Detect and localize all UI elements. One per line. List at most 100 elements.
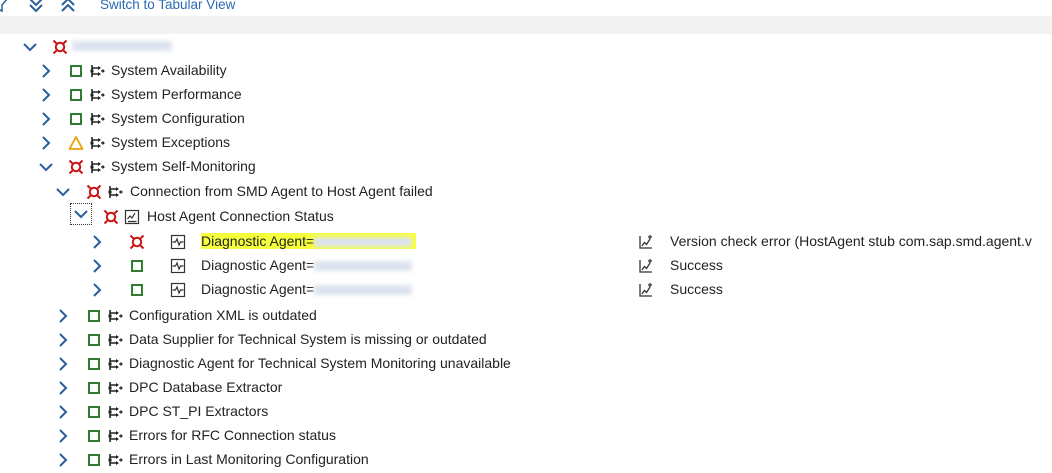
chevron-right-icon[interactable] [55, 308, 71, 324]
toolbar: Switch to Tabular View [0, 0, 1052, 16]
tree-node-icon [107, 356, 123, 372]
alert-label: Errors in Last Monitoring Configuration [129, 451, 369, 467]
tree-node-icon [107, 184, 123, 200]
alert-label: Data Supplier for Technical System is mi… [129, 331, 487, 347]
tree-root-system[interactable] [0, 35, 1052, 59]
redacted-system-name [72, 41, 172, 51]
warning-status-icon [68, 135, 84, 151]
alert-status-icon [68, 159, 84, 175]
tree-alert[interactable]: Diagnostic Agent for Technical System Mo… [0, 352, 1052, 376]
tree-category[interactable]: System Configuration [0, 107, 1052, 131]
ok-status-icon [86, 380, 102, 396]
redacted-value [314, 237, 413, 248]
tree-metric[interactable]: Host Agent Connection Status [0, 203, 1052, 229]
tree-category[interactable]: System Availability [0, 59, 1052, 83]
category-label-text: System Exceptions [111, 134, 231, 150]
tree-instance[interactable]: Diagnostic Agent= Success [0, 278, 1052, 302]
tree-node-icon [89, 87, 105, 103]
chevron-right-icon[interactable] [89, 282, 105, 298]
tree-category[interactable]: System Self-Monitoring [0, 155, 1052, 179]
alert-label: DPC Database Extractor [129, 379, 282, 395]
tree-alert[interactable]: Data Supplier for Technical System is mi… [0, 328, 1052, 352]
tree-alert[interactable]: DPC ST_PI Extractors [0, 400, 1052, 424]
tree-node-icon [89, 135, 105, 151]
metric-history-icon[interactable] [638, 258, 654, 274]
chevron-right-icon[interactable] [55, 452, 71, 468]
chevron-right-icon[interactable] [89, 258, 105, 274]
tree-node-icon [107, 332, 123, 348]
tree-alert[interactable]: DPC Database Extractor [0, 376, 1052, 400]
chevron-right-icon[interactable] [38, 63, 54, 79]
switch-to-tabular-view-link[interactable]: Switch to Tabular View [100, 0, 235, 12]
chevron-right-icon[interactable] [38, 135, 54, 151]
metric-label-text: Host Agent Connection Status [147, 208, 334, 224]
tree-alert[interactable]: Configuration XML is outdated [0, 304, 1052, 328]
chevron-down-icon[interactable] [70, 203, 92, 225]
chevron-right-icon[interactable] [55, 428, 71, 444]
chevron-right-icon[interactable] [55, 332, 71, 348]
chevron-right-icon[interactable] [55, 380, 71, 396]
redacted-value [314, 285, 413, 296]
chevron-right-icon[interactable] [38, 111, 54, 127]
chevron-right-icon[interactable] [55, 404, 71, 420]
tree-category[interactable]: System Exceptions [0, 131, 1052, 155]
instance-label: Diagnostic Agent= [201, 281, 413, 297]
category-label-text: System Performance [111, 86, 242, 102]
metric-instance-icon [170, 234, 186, 250]
filter-icon[interactable] [0, 0, 8, 13]
tree-instance[interactable]: Diagnostic Agent= Success [0, 254, 1052, 278]
alert-status-icon [86, 184, 102, 200]
ok-status-icon [68, 111, 84, 127]
chevron-right-icon[interactable] [89, 234, 105, 250]
chevron-right-icon[interactable] [38, 87, 54, 103]
alert-label-text: Diagnostic Agent for Technical System Mo… [129, 355, 511, 371]
tree-node-icon [107, 428, 123, 444]
tree-node-icon [89, 159, 105, 175]
metric-history-icon[interactable] [638, 282, 654, 298]
instance-label-text: Diagnostic Agent= [201, 281, 315, 297]
alert-status-icon [129, 234, 145, 250]
alert-label-text: Configuration XML is outdated [129, 307, 317, 323]
metric-label: Host Agent Connection Status [147, 208, 334, 224]
alert-label: DPC ST_PI Extractors [129, 403, 268, 419]
chevron-right-icon[interactable] [55, 356, 71, 372]
alert-label-text: DPC ST_PI Extractors [129, 403, 269, 419]
metric-icon [124, 209, 140, 225]
double-chevron-up-icon[interactable] [60, 0, 76, 13]
tree-alert[interactable]: Errors in Last Monitoring Configuration [0, 448, 1052, 472]
tree-instance[interactable]: Diagnostic Agent= Version check error (Ho… [0, 230, 1052, 254]
ok-status-icon [86, 332, 102, 348]
category-label: System Self-Monitoring [111, 158, 256, 174]
instance-label: Diagnostic Agent= [201, 257, 413, 273]
ok-status-icon [86, 404, 102, 420]
tree-node-icon [89, 63, 105, 79]
alert-label-text: Errors in Last Monitoring Configuration [129, 451, 369, 467]
category-label-text: System Configuration [111, 110, 245, 126]
ok-status-icon [68, 87, 84, 103]
alert-status-icon [103, 209, 119, 225]
category-label: System Performance [111, 86, 242, 102]
header-band [0, 16, 1052, 34]
result-text: Success [670, 257, 723, 273]
double-chevron-down-icon[interactable] [28, 0, 44, 13]
chevron-down-icon[interactable] [38, 159, 54, 175]
instance-label-text: Diagnostic Agent= [201, 257, 315, 273]
alert-label: Configuration XML is outdated [129, 307, 317, 323]
ok-status-icon [68, 63, 84, 79]
tree-category[interactable]: System Performance [0, 83, 1052, 107]
alert-status-icon [52, 39, 68, 55]
tree-node-icon [107, 404, 123, 420]
chevron-down-icon[interactable] [55, 184, 71, 200]
tree-alert[interactable]: Errors for RFC Connection status [0, 424, 1052, 448]
alert-label-text: Connection from SMD Agent to Host Agent … [130, 183, 433, 199]
ok-status-icon [86, 356, 102, 372]
alert-label-text: DPC Database Extractor [129, 379, 283, 395]
tree-alert[interactable]: Connection from SMD Agent to Host Agent … [0, 180, 1052, 204]
metric-history-icon[interactable] [638, 234, 654, 250]
alert-label: Errors for RFC Connection status [129, 427, 336, 443]
result-text: Version check error (HostAgent stub com.… [670, 233, 1032, 249]
alert-label: Diagnostic Agent for Technical System Mo… [129, 355, 511, 371]
tree-node-icon [107, 452, 123, 468]
category-label: System Configuration [111, 110, 245, 126]
chevron-down-icon[interactable] [22, 39, 38, 55]
